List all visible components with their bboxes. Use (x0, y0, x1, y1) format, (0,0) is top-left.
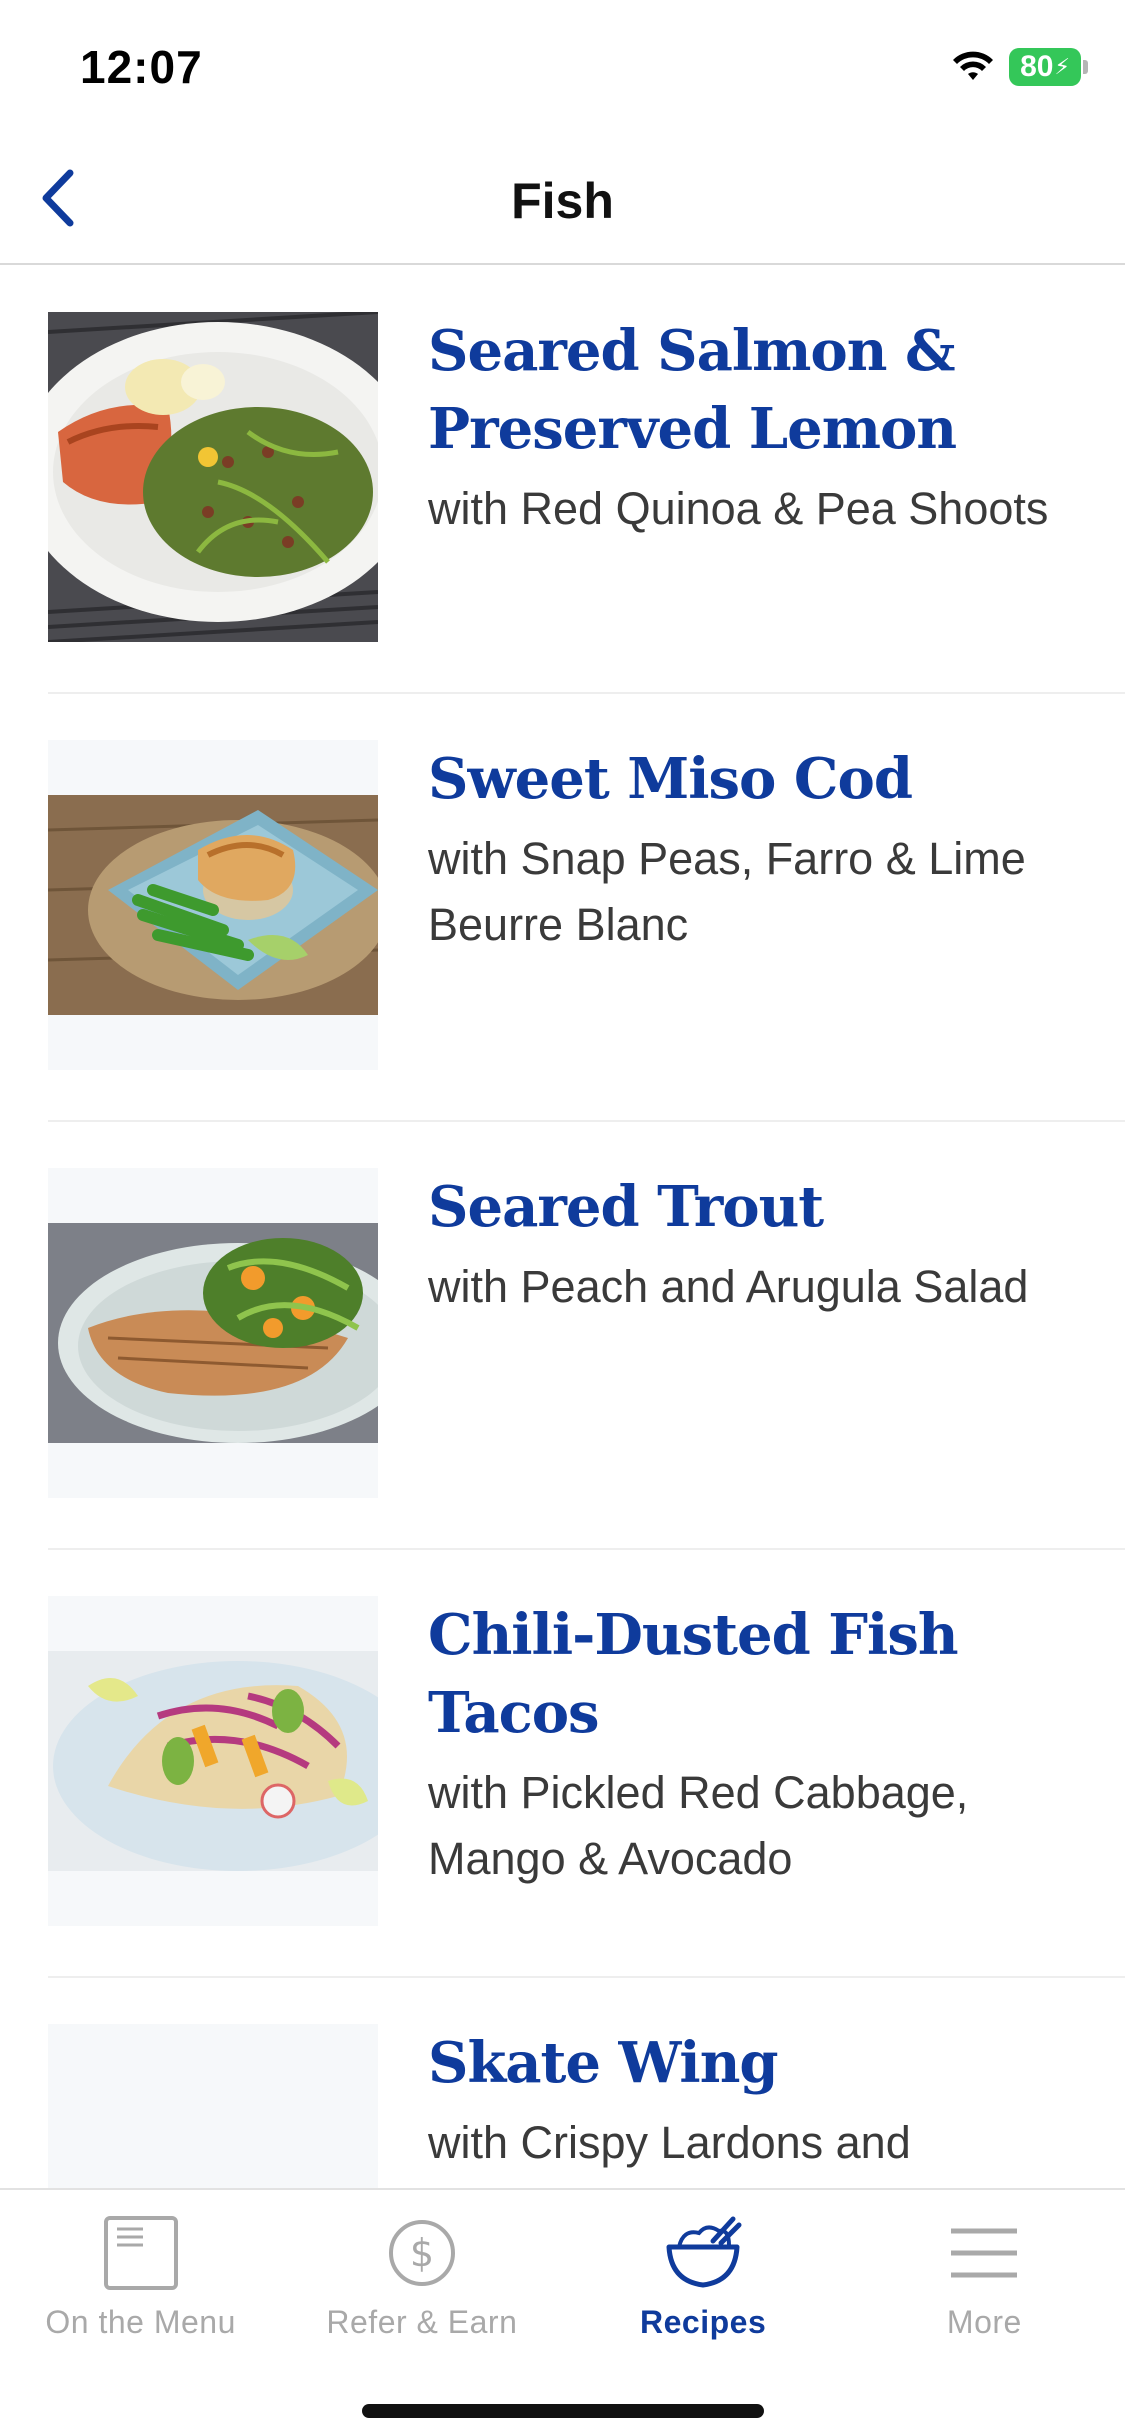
tab-label: Recipes (640, 2304, 767, 2340)
recipe-title: Skate Wing (428, 2030, 779, 2096)
recipe-image (48, 1596, 378, 1926)
recipe-subtitle: with Red Quinoa & Pea Shoots (428, 483, 1049, 534)
status-icons: 80 ⚡ (951, 48, 1088, 86)
tab-label: More (946, 2304, 1022, 2340)
recipe-text: Seared Trout with Peach and Arugula Sala… (428, 1168, 1108, 1320)
recipe-list[interactable]: Seared Salmon & Preserved Lemon with Red… (0, 266, 1125, 2188)
recipe-text: Skate Wing with Crispy Lardons and (428, 2024, 1108, 2176)
tab-bar: On the Menu $ Refer & Earn Recipes More (0, 2188, 1125, 2436)
recipe-subtitle: with Peach and Arugula Salad (428, 1261, 1029, 1312)
recipe-title: Seared Salmon & Preserved Lemon (428, 318, 957, 462)
tab-recipes[interactable]: Recipes (563, 2190, 844, 2360)
tab-label: On the Menu (45, 2304, 236, 2340)
recipe-title: Sweet Miso Cod (428, 746, 913, 812)
recipe-card[interactable]: Sweet Miso Cod with Snap Peas, Farro & L… (48, 694, 1125, 1122)
recipe-image (48, 1168, 378, 1498)
recipe-image (48, 740, 378, 1070)
hamburger-icon (949, 2210, 1019, 2296)
recipe-subtitle: with Snap Peas, Farro & Lime Beurre Blan… (428, 833, 1026, 950)
wifi-icon (951, 50, 995, 84)
home-indicator[interactable] (362, 2404, 764, 2418)
recipe-subtitle: with Crispy Lardons and (428, 2117, 911, 2168)
recipe-card[interactable]: Seared Salmon & Preserved Lemon with Red… (48, 266, 1125, 694)
dollar-icon: $ (387, 2210, 457, 2296)
page-title: Fish (511, 173, 614, 229)
recipe-image-placeholder (48, 2024, 378, 2188)
tab-more[interactable]: More (844, 2190, 1125, 2360)
bowl-icon (663, 2210, 743, 2296)
recipe-image (48, 312, 378, 642)
battery-icon: 80 ⚡ (1009, 48, 1088, 86)
tab-on-the-menu[interactable]: On the Menu (0, 2190, 281, 2360)
recipe-card[interactable]: Chili-Dusted Fish Tacos with Pickled Red… (48, 1550, 1125, 1978)
battery-level: 80 (1020, 50, 1054, 83)
svg-text:$: $ (410, 2231, 434, 2275)
status-time: 12:07 (80, 41, 203, 93)
recipe-title: Chili-Dusted Fish Tacos (428, 1602, 959, 1746)
tab-refer-and-earn[interactable]: $ Refer & Earn (281, 2190, 562, 2360)
recipe-card[interactable]: Seared Trout with Peach and Arugula Sala… (48, 1122, 1125, 1550)
recipe-subtitle: with Pickled Red Cabbage, Mango & Avocad… (428, 1767, 969, 1884)
status-bar: 12:07 80 ⚡ (0, 0, 1125, 130)
recipe-text: Chili-Dusted Fish Tacos with Pickled Red… (428, 1596, 1108, 1892)
recipe-text: Sweet Miso Cod with Snap Peas, Farro & L… (428, 740, 1108, 958)
recipe-card[interactable]: Skate Wing with Crispy Lardons and (48, 1978, 1125, 2188)
menu-card-icon (103, 2210, 179, 2296)
recipe-text: Seared Salmon & Preserved Lemon with Red… (428, 312, 1108, 542)
tab-label: Refer & Earn (326, 2304, 518, 2340)
recipe-title: Seared Trout (428, 1174, 824, 1240)
navigation-bar: Fish (0, 130, 1125, 265)
